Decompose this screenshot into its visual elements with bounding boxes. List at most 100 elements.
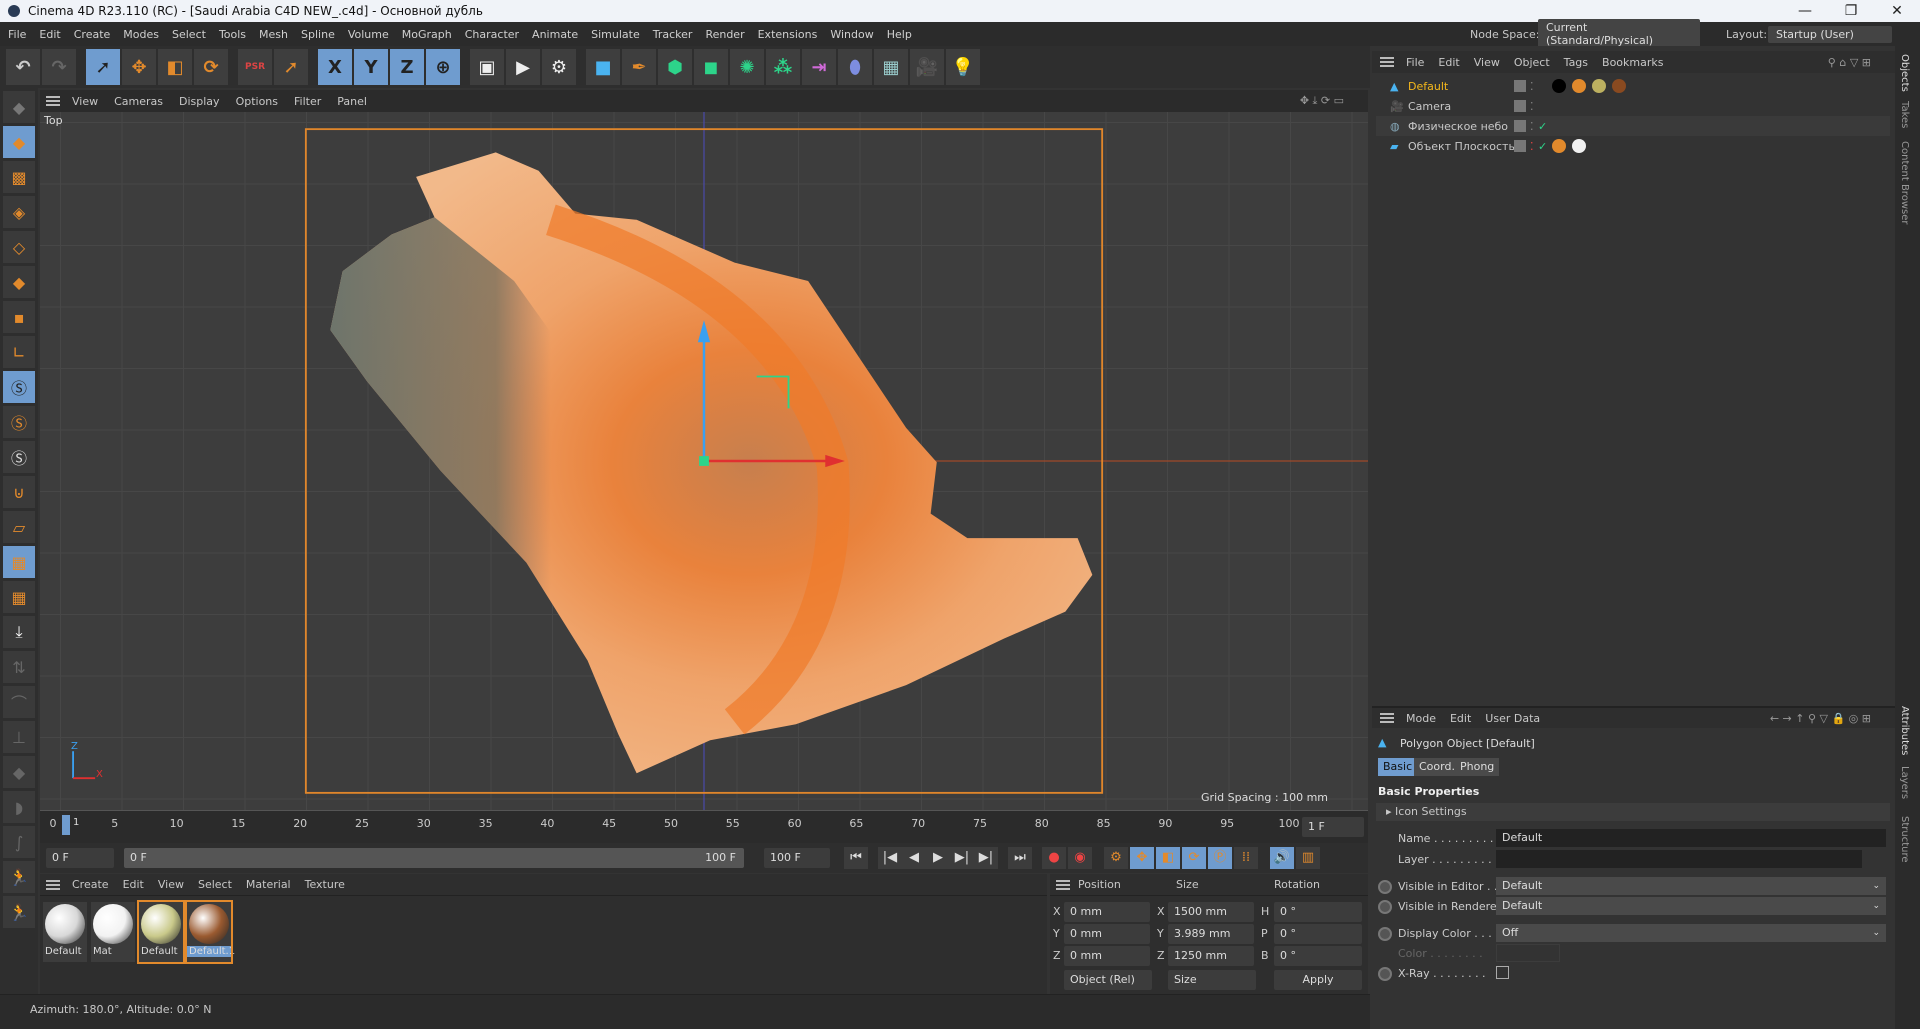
autokey-icon[interactable]: ◉ [1068, 847, 1092, 869]
material-swatch[interactable]: Default.1 [185, 900, 235, 964]
tool-icon[interactable]: ⌒ [3, 686, 35, 718]
snap-icon[interactable]: Ⓢ [3, 371, 35, 403]
size-field[interactable]: 3.989 mm [1168, 924, 1254, 944]
extrude-icon[interactable]: ◼ [694, 49, 728, 85]
edges-mode-icon[interactable]: ◇ [3, 231, 35, 263]
position-field[interactable]: 0 mm [1064, 924, 1150, 944]
render-view-icon[interactable]: ▣ [470, 49, 504, 85]
object-manager-tools-icons[interactable]: ⚲ ⌂ ▽ ⊞ [1828, 56, 1871, 69]
side-tab-structure[interactable]: Structure [1899, 816, 1910, 863]
size-field[interactable]: 1500 mm [1168, 902, 1254, 922]
animate-radio[interactable] [1378, 927, 1392, 941]
frame-range-slider[interactable]: 0 F 100 F [124, 848, 744, 868]
field-icon[interactable]: ⬮ [838, 49, 872, 85]
object-menu-edit[interactable]: Edit [1438, 56, 1459, 69]
side-tab-attributes[interactable]: Attributes [1899, 706, 1910, 755]
size-field[interactable]: 1250 mm [1168, 946, 1254, 966]
next-frame-icon[interactable]: ▶| [950, 847, 974, 869]
key-parameter-icon[interactable]: Ⓟ [1208, 847, 1232, 869]
object-row[interactable]: ◍ Физическое небо ⁚ ✓ [1376, 116, 1890, 136]
maximize-button[interactable]: ❐ [1828, 0, 1874, 22]
rotation-field[interactable]: 0 ° [1274, 946, 1362, 966]
side-tab-takes[interactable]: Takes [1899, 101, 1910, 128]
side-tab-objects[interactable]: Objects [1899, 54, 1910, 92]
object-menu-object[interactable]: Object [1514, 56, 1550, 69]
menu-simulate[interactable]: Simulate [591, 28, 640, 41]
hamburger-icon[interactable] [46, 96, 60, 106]
rotation-field[interactable]: 0 ° [1274, 902, 1362, 922]
attribute-menu-user-data[interactable]: User Data [1485, 712, 1540, 725]
attribute-nav-icons[interactable]: ← → ↑ ⚲ ▽ 🔒 ◎ ⊞ [1770, 712, 1871, 725]
menu-tools[interactable]: Tools [219, 28, 246, 41]
object-menu-file[interactable]: File [1406, 56, 1424, 69]
z-axis-lock-icon[interactable]: Z [390, 49, 424, 85]
object-menu-tags[interactable]: Tags [1564, 56, 1588, 69]
go-to-start-icon[interactable]: ⏮ [844, 847, 868, 869]
layout-select[interactable]: Startup (User) [1768, 25, 1892, 43]
material-menu-view[interactable]: View [158, 878, 184, 891]
side-tab-layers[interactable]: Layers [1899, 766, 1910, 799]
coordinate-system-icon[interactable]: ⊕ [426, 49, 460, 85]
menu-window[interactable]: Window [830, 28, 873, 41]
viewport-menu-panel[interactable]: Panel [337, 95, 367, 108]
xray-checkbox[interactable] [1496, 966, 1509, 979]
menu-file[interactable]: File [8, 28, 26, 41]
select-tool-icon[interactable]: ➚ [86, 49, 120, 85]
locked-workplane-icon[interactable]: ▦ [3, 581, 35, 613]
y-axis-lock-icon[interactable]: Y [354, 49, 388, 85]
subdivision-icon[interactable]: ⬢ [658, 49, 692, 85]
menu-create[interactable]: Create [74, 28, 111, 41]
visibility-toggle-icon[interactable] [1514, 140, 1526, 152]
hamburger-icon[interactable] [1056, 879, 1070, 890]
make-editable-icon[interactable]: ◆ [3, 91, 35, 123]
object-row[interactable]: 🎥 Camera ⁚ [1376, 96, 1890, 116]
deformer-icon[interactable]: ⇥ [802, 49, 836, 85]
previous-frame-icon[interactable]: ◀ [902, 847, 926, 869]
cube-icon[interactable]: ■ [586, 49, 620, 85]
camera-icon[interactable]: 🎥 [910, 49, 944, 85]
snap-settings-icon[interactable]: Ⓢ [3, 406, 35, 438]
menu-spline[interactable]: Spline [301, 28, 335, 41]
visibility-toggle-icon[interactable] [1514, 120, 1526, 132]
material-tag-icon[interactable] [1572, 79, 1586, 93]
viewport-menu-view[interactable]: View [72, 95, 98, 108]
material-menu-edit[interactable]: Edit [123, 878, 144, 891]
animate-radio[interactable] [1378, 967, 1392, 981]
visible-in-editor-select[interactable]: Default ⌄ [1496, 877, 1886, 895]
attribute-menu-mode[interactable]: Mode [1406, 712, 1436, 725]
menu-select[interactable]: Select [172, 28, 206, 41]
minimize-button[interactable]: — [1782, 0, 1828, 22]
workplane-icon[interactable]: ▱ [3, 511, 35, 543]
side-tab-content-browser[interactable]: Content Browser [1899, 141, 1910, 224]
menu-tracker[interactable]: Tracker [653, 28, 693, 41]
viewport-nav-icons[interactable]: ✥ ⤓ ⟳ ▭ [1300, 94, 1344, 108]
coordinate-mode-select[interactable]: Object (Rel) [1064, 970, 1152, 990]
hamburger-icon[interactable] [46, 879, 60, 890]
menu-extensions[interactable]: Extensions [758, 28, 818, 41]
display-color-select[interactable]: Off ⌄ [1496, 924, 1886, 942]
character-icon[interactable]: 🏃 [3, 896, 35, 928]
pen-icon[interactable]: ✒ [622, 49, 656, 85]
layer-field[interactable] [1496, 850, 1862, 868]
apply-button[interactable]: Apply [1274, 970, 1362, 990]
key-rotation-icon[interactable]: ⟳ [1182, 847, 1206, 869]
playhead[interactable] [62, 815, 70, 835]
play-icon[interactable]: ▶ [926, 847, 950, 869]
visibility-toggle-icon[interactable] [1514, 100, 1526, 112]
animate-radio[interactable] [1378, 900, 1392, 914]
tool-icon[interactable]: ⊥ [3, 721, 35, 753]
material-swatch[interactable]: Default [137, 900, 185, 964]
visible-in-renderer-select[interactable]: Default ⌄ [1496, 897, 1886, 915]
tab-coord[interactable]: Coord. [1414, 758, 1460, 776]
start-frame-field[interactable]: 0 F [46, 848, 114, 868]
viewport-menu-cameras[interactable]: Cameras [114, 95, 163, 108]
material-swatch[interactable]: Mat [91, 902, 135, 962]
last-tool-icon[interactable]: ➚ [274, 49, 308, 85]
psr-icon[interactable]: PSR [238, 49, 272, 85]
character-icon[interactable]: 🏃 [3, 861, 35, 893]
keyframe-selection-icon[interactable]: ⚙ [1104, 847, 1128, 869]
floor-icon[interactable]: ▦ [874, 49, 908, 85]
rotation-field[interactable]: 0 ° [1274, 924, 1362, 944]
align-workplane-icon[interactable]: ⤓ [3, 616, 35, 648]
timeline-ruler[interactable]: 0 5 10 15 20 25 30 35 40 45 50 55 60 65 70 75 80 85 90 95 10… [40, 810, 1368, 843]
